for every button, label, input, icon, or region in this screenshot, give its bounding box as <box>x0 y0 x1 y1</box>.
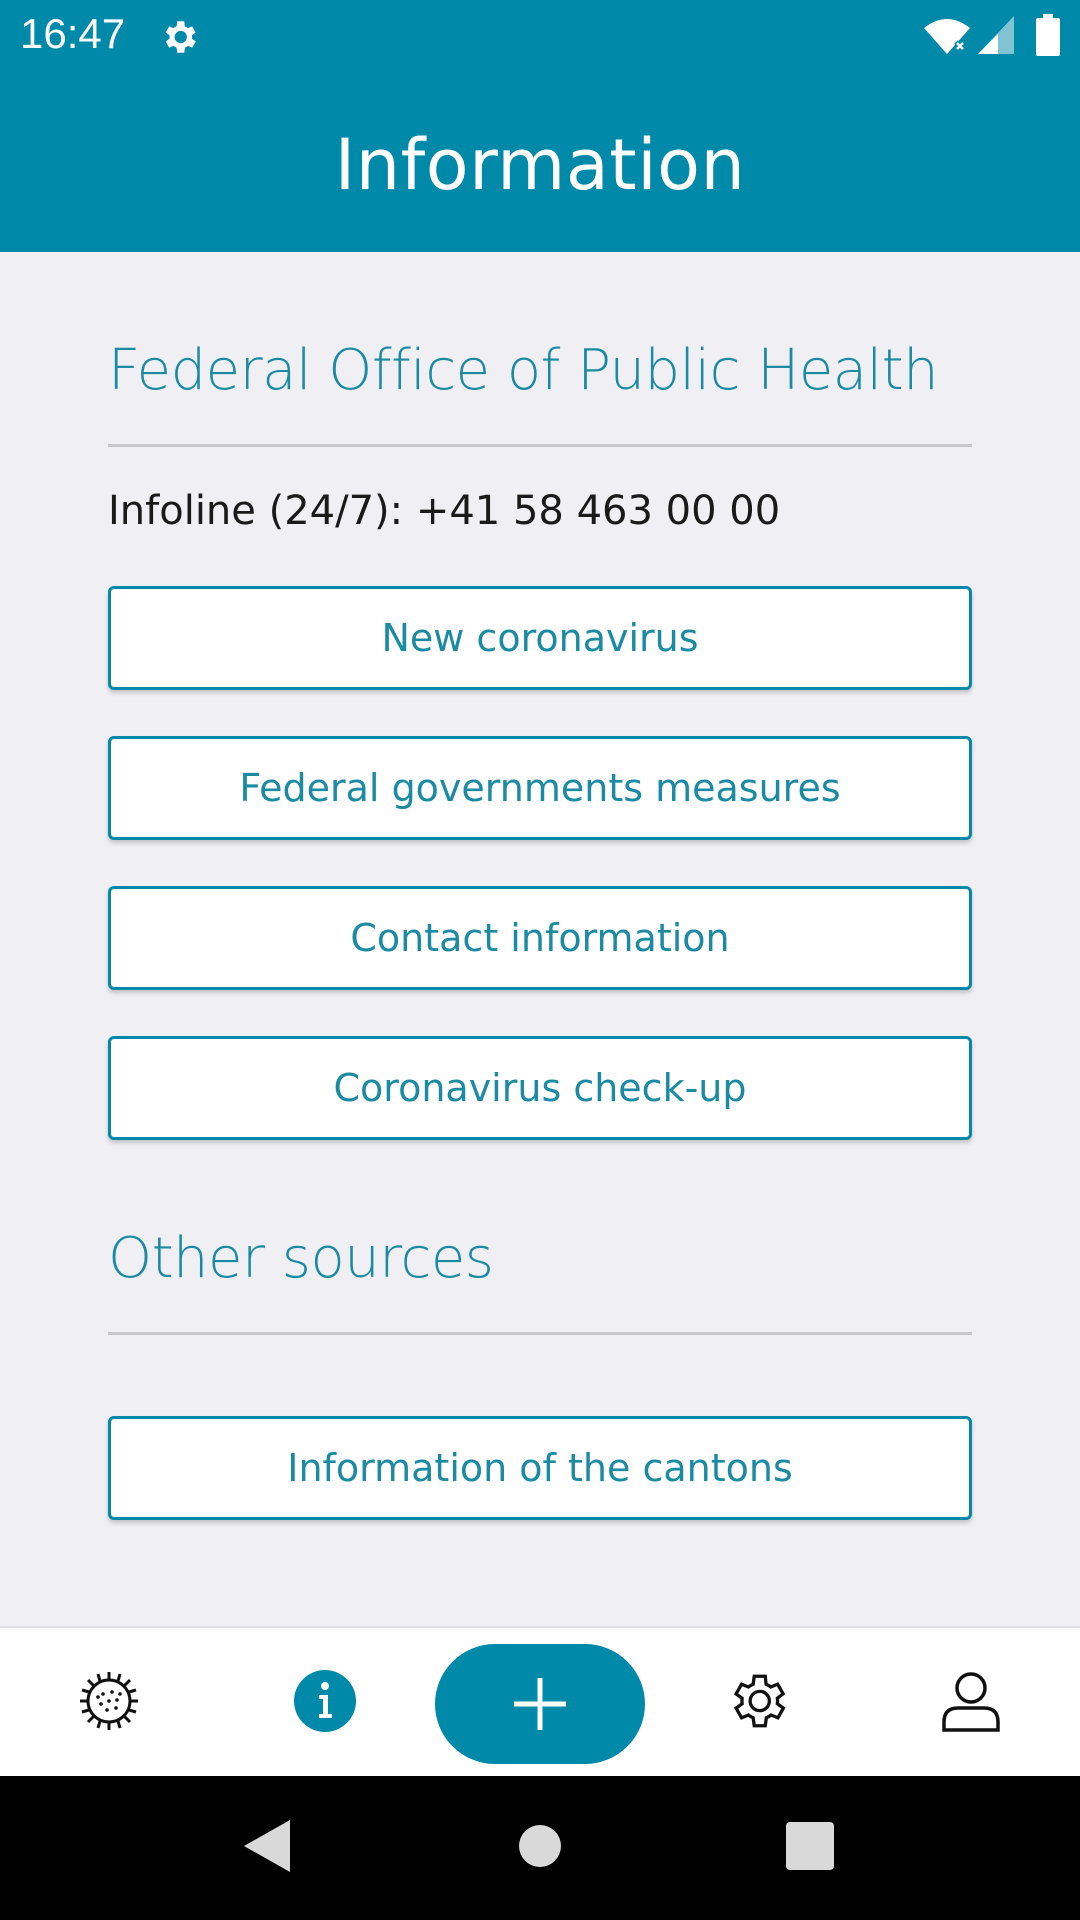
plus-icon <box>514 1678 566 1730</box>
virus-icon[interactable] <box>76 1668 142 1734</box>
federal-office-title: Federal Office of Public Health <box>108 338 939 403</box>
cantons-information-button[interactable]: Information of the cantons <box>108 1416 972 1520</box>
app-bar: Information <box>0 76 1080 252</box>
gear-icon <box>165 21 196 53</box>
information-screen: 16:47 Information Federal Office of Publ… <box>0 0 1080 1920</box>
system-navigation-bar <box>0 1776 1080 1920</box>
settings-icon[interactable] <box>724 1668 790 1734</box>
status-bar: 16:47 <box>0 0 1080 76</box>
contact-information-button[interactable]: Contact information <box>108 886 972 990</box>
wifi-icon <box>924 19 970 54</box>
bottom-navigation <box>0 1626 1080 1776</box>
add-button[interactable] <box>435 1644 645 1764</box>
battery-icon <box>1036 14 1060 56</box>
recents-icon[interactable] <box>786 1822 834 1870</box>
other-sources-title: Other sources <box>108 1226 494 1291</box>
status-time: 16:47 <box>20 10 126 57</box>
profile-icon[interactable] <box>938 1668 1004 1734</box>
infoline-text: Infoline (24/7): +41 58 463 00 00 <box>108 488 781 534</box>
coronavirus-checkup-button[interactable]: Coronavirus check-up <box>108 1036 972 1140</box>
other-sources-divider <box>108 1332 972 1335</box>
new-coronavirus-button[interactable]: New coronavirus <box>108 586 972 690</box>
page-title: Information <box>334 124 746 206</box>
home-icon[interactable] <box>518 1824 562 1868</box>
federal-office-divider <box>108 444 972 447</box>
back-icon[interactable] <box>244 1820 290 1872</box>
signal-icon <box>978 16 1014 54</box>
federal-measures-button[interactable]: Federal governments measures <box>108 736 972 840</box>
info-icon[interactable] <box>292 1668 358 1734</box>
